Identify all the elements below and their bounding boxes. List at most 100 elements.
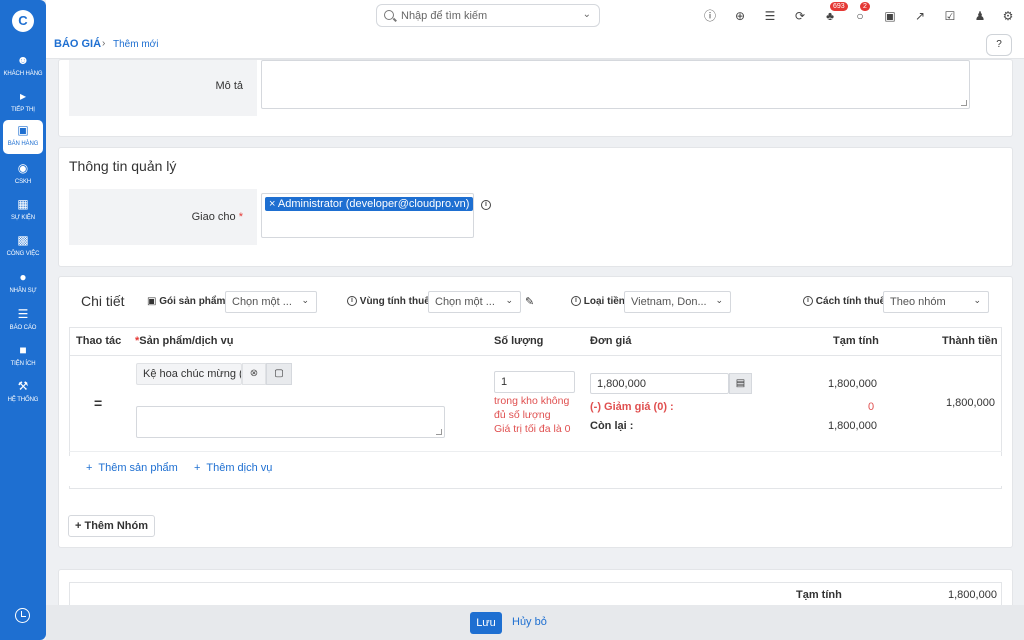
column-product: *Sản phẩm/dịch vụ (135, 335, 234, 347)
tax-region-select[interactable]: Chọn một ... ⌄ (428, 291, 521, 313)
users-icon: ☻ (16, 53, 30, 67)
sidebar-item-label: BÁN HÀNG (7, 141, 39, 147)
clock-icon[interactable] (15, 608, 30, 623)
app-logo[interactable]: C (12, 10, 34, 32)
resize-handle[interactable] (961, 100, 967, 106)
assignee-label: Giao cho * (192, 211, 243, 223)
info-icon: i (571, 296, 581, 307)
breadcrumb-current: Thêm mới (113, 39, 159, 50)
chevron-down-icon: ⌄ (715, 295, 723, 305)
package-icon: ▣ (147, 296, 157, 307)
package-select[interactable]: Chọn một ... ⌄ (225, 291, 317, 313)
calendar-icon: ▦ (17, 197, 29, 211)
remaining-label: Còn lại : (590, 420, 634, 432)
row-subtotal: 1,800,000 (828, 378, 877, 390)
resize-handle[interactable] (436, 429, 442, 435)
chart-icon[interactable]: ↗ (912, 8, 928, 24)
chevron-down-icon: ⌄ (973, 295, 981, 305)
chevron-down-icon: ⌄ (505, 295, 513, 305)
sidebar-item-utilities[interactable]: ■ TIỆN ÍCH (3, 340, 43, 374)
search-icon (384, 10, 394, 20)
required-mark: * (238, 211, 243, 223)
stock-warning-line-1: trong kho không (494, 395, 570, 407)
sidebar-item-marketing[interactable]: ▸ TIẾP THỊ (3, 86, 43, 120)
gear-icon[interactable]: ⚙ (1000, 8, 1016, 24)
tax-region-select-value: Chọn một ... (435, 296, 495, 308)
remove-tag-icon[interactable]: × (269, 198, 275, 210)
add-group-button[interactable]: + Thêm Nhóm (68, 515, 155, 537)
drag-handle-icon[interactable]: = (94, 395, 102, 411)
cart-icon: ▣ (17, 123, 29, 137)
add-product-button[interactable]: + Thêm sản phẩm (86, 462, 178, 474)
chat-icon[interactable]: ○ 2 (852, 2, 870, 24)
management-card: Thông tin quản lý Giao cho * × Administr… (58, 147, 1013, 267)
cancel-button[interactable]: Hủy bỏ (512, 616, 547, 628)
user-icon[interactable]: ♟ (972, 8, 988, 24)
breadcrumb: BÁO GIÁ › Thêm mới ? (46, 32, 1024, 59)
product-input[interactable]: Kệ hoa chúc mừng (gỗ (136, 363, 242, 385)
edit-icon[interactable]: ✎ (525, 295, 534, 308)
package-label-text: Gói sản phẩm (159, 296, 226, 307)
description-textarea[interactable] (261, 60, 970, 109)
sidebar-item-support[interactable]: ◉ CSKH (3, 158, 43, 192)
add-service-button[interactable]: + Thêm dịch vụ (194, 462, 272, 474)
add-product-label: Thêm sản phẩm (98, 462, 178, 474)
tax-method-select[interactable]: Theo nhóm ⌄ (883, 291, 989, 313)
calendar-icon[interactable]: ▣ (882, 8, 898, 24)
column-quantity: Số lượng (494, 335, 544, 347)
sidebar-item-sales[interactable]: ▣ BÁN HÀNG (3, 120, 43, 154)
details-title: Chi tiết (81, 293, 125, 309)
unit-price-input[interactable]: 1,800,000 (590, 373, 729, 394)
management-title: Thông tin quản lý (69, 158, 177, 174)
info-icon: i (803, 296, 813, 307)
currency-select[interactable]: Vietnam, Don... ⌄ (624, 291, 731, 313)
save-button[interactable]: Lưu (470, 612, 502, 634)
clear-product-button[interactable]: ⊗ (242, 363, 266, 385)
tax-method-select-value: Theo nhóm (890, 296, 946, 308)
top-bar: Nhập để tìm kiếm ⌄ ⓘ ⊕ ☰ ⟳ ♣ 693 ○ 2 ▣ ↗… (46, 0, 1024, 32)
sidebar-item-tasks[interactable]: ▩ CÔNG VIỆC (3, 230, 43, 264)
add-icon[interactable]: ⊕ (732, 8, 748, 24)
quantity-input[interactable]: 1 (494, 371, 575, 393)
list-icon[interactable]: ☰ (762, 8, 778, 24)
select-product-button[interactable]: ▢ (266, 363, 292, 385)
wrench-icon: ⚒ (17, 379, 29, 393)
info-icon[interactable]: i (481, 200, 491, 210)
info-icon: i (347, 296, 357, 307)
product-note-textarea[interactable] (136, 406, 445, 438)
summary-subtotal-value: 1,800,000 (948, 589, 997, 601)
sidebar-item-hr[interactable]: ● NHÂN SỰ (3, 267, 43, 301)
assignee-label-text: Giao cho (191, 211, 236, 223)
help-icon: ? (996, 39, 1002, 50)
plus-icon: + (86, 462, 93, 474)
column-subtotal: Tạm tính (833, 335, 879, 347)
alert-icon[interactable]: ⓘ (702, 8, 718, 24)
help-button[interactable]: ? (986, 34, 1012, 56)
report-icon: ☰ (17, 307, 29, 321)
column-action: Thao tác (76, 335, 122, 347)
sidebar-item-events[interactable]: ▦ SỰ KIỆN (3, 194, 43, 228)
product-name: Kệ hoa chúc mừng (gỗ (143, 368, 241, 380)
search-input[interactable]: Nhập để tìm kiếm ⌄ (376, 4, 600, 27)
document-icon: ▤ (735, 378, 746, 389)
sidebar-item-reports[interactable]: ☰ BÁO CÁO (3, 304, 43, 338)
price-book-button[interactable]: ▤ (729, 373, 752, 394)
sidebar-item-system[interactable]: ⚒ HỆ THỐNG (3, 376, 43, 410)
add-group-label: Thêm Nhóm (84, 520, 149, 532)
package-label: ▣ Gói sản phẩm (147, 296, 225, 307)
sidebar-item-label: SỰ KIỆN (10, 215, 36, 221)
notification-badge: 693 (830, 2, 848, 11)
sidebar-item-label: NHÂN SỰ (9, 288, 37, 294)
currency-label: i Loại tiền (571, 296, 625, 307)
summary-subtotal-label: Tạm tính (796, 589, 842, 601)
bell-icon[interactable]: ♣ 693 (822, 2, 848, 24)
description-label: Mô tả (215, 80, 243, 92)
description-label-cell: Mô tả (69, 60, 257, 116)
discount-label[interactable]: (-) Giảm giá (0) : (590, 401, 674, 413)
checkbox-icon[interactable]: ☑ (942, 8, 958, 24)
breadcrumb-module[interactable]: BÁO GIÁ (54, 38, 101, 50)
currency-label-text: Loại tiền (583, 296, 625, 307)
sidebar-item-customers[interactable]: ☻ KHÁCH HÀNG (3, 50, 43, 84)
column-product-text: Sản phẩm/dịch vụ (139, 335, 234, 347)
refresh-icon[interactable]: ⟳ (792, 8, 808, 24)
